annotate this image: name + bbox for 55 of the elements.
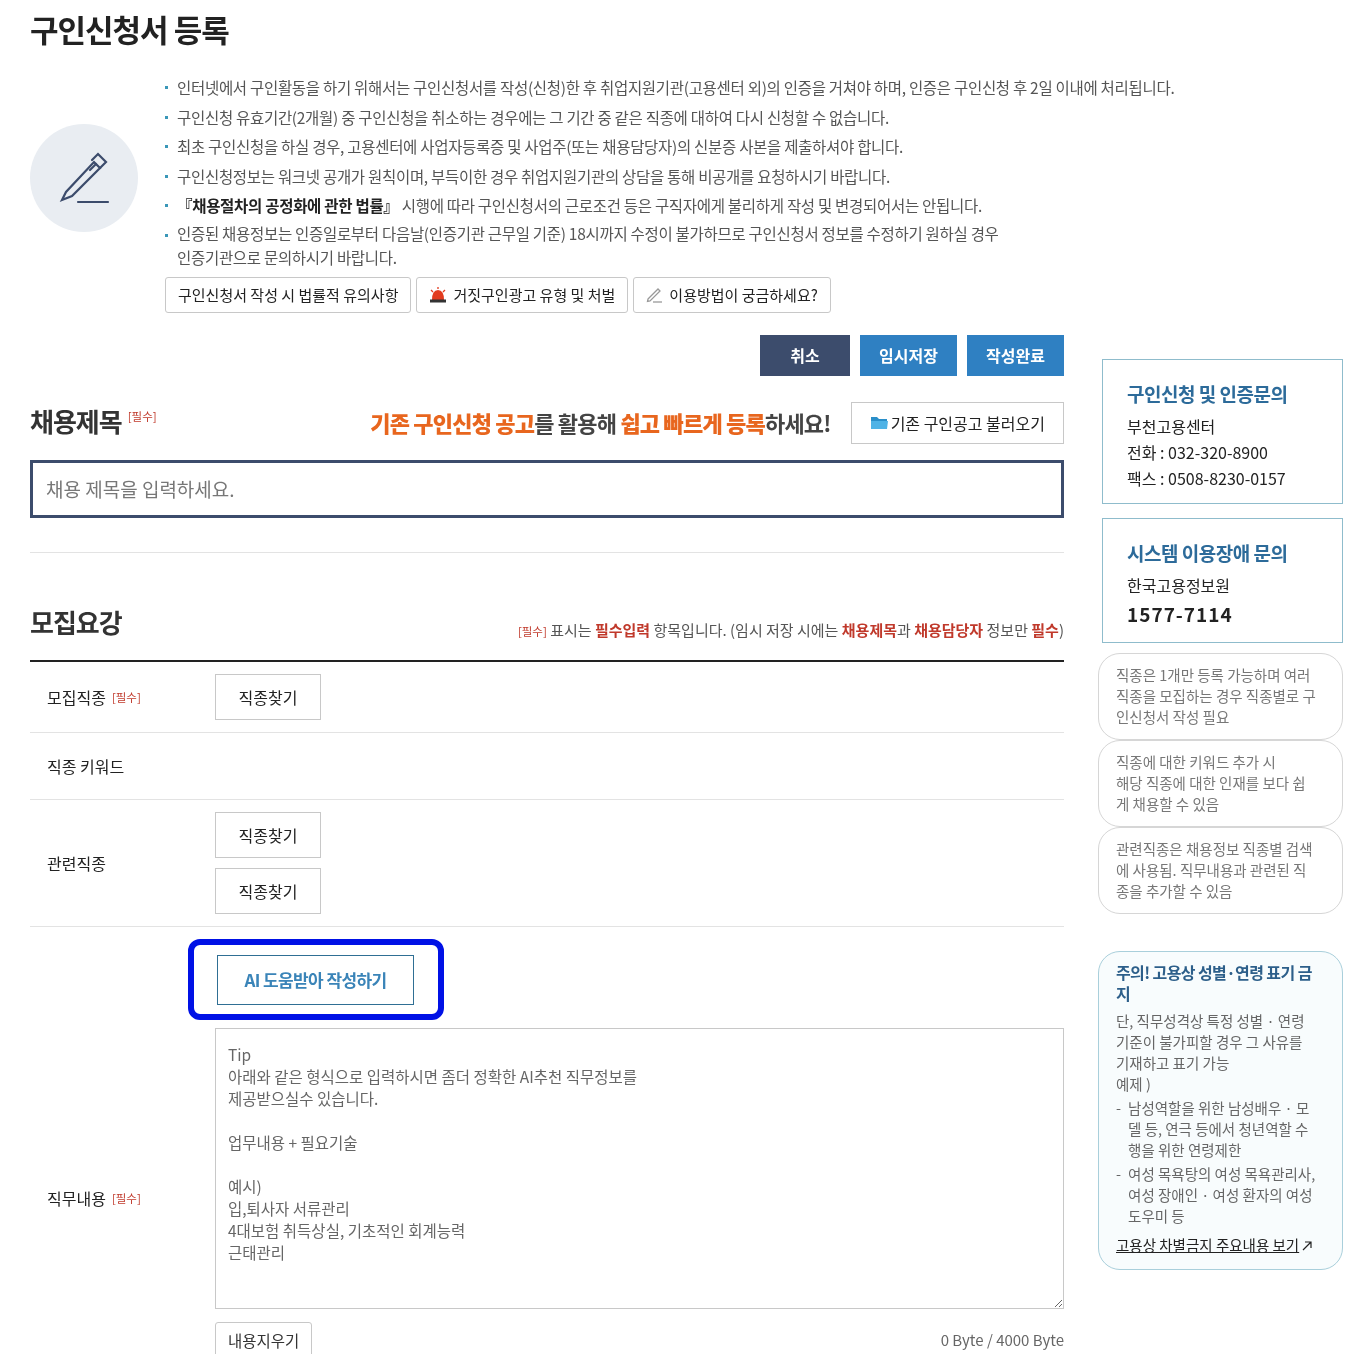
find-job-button[interactable]: 직종찾기 <box>215 673 321 720</box>
required-legend: [필수] 표시는 필수입력 항목입니다. (임시 저장 시에는 채용제목과 채용담당자 정보만 필수) <box>517 618 1064 640</box>
info-button[interactable]: 구인신청서 작성 시 법률적 유의사항 <box>165 276 412 313</box>
tip-bubble: 직종은 1개만 등록 가능하며 여러 직종을 모집하는 경우 직종별로 구인신청서 작성 필요 <box>1098 652 1343 740</box>
guide-link[interactable]: 고용상 차별금지 주요내용 보기 <box>1116 1233 1313 1255</box>
load-posting-button[interactable]: 기존 구인공고 불러오기 <box>850 401 1064 444</box>
example-text: 여성 목욕탕의 여성 목욕관리사, 여성 장애인 · 여성 환자의 여성 도우미 등 <box>1128 1162 1317 1226</box>
phone-number: 1577-7114 <box>1127 598 1234 629</box>
tip-bubble: 관련직종은 채용정보 직종별 검색에 사용됨. 직무내용과 관련된 직종을 추가할 수 있음 <box>1098 826 1343 914</box>
contact-line: 부천고용센터 <box>1127 412 1217 439</box>
find-job-button[interactable]: 직종찾기 <box>215 867 321 914</box>
required-tag: [필수] <box>111 688 141 705</box>
list-marker: - <box>1116 1162 1122 1186</box>
contact-title: 구인신청 및 인증문의 <box>1127 379 1289 407</box>
pencil-icon <box>646 286 664 303</box>
info-button[interactable]: 거짓구인광고 유형 및 처벌 <box>416 276 629 313</box>
page-title: 구인신청서 등록 <box>30 6 230 51</box>
list-marker: - <box>1116 1096 1122 1120</box>
duty-textarea[interactable]: Tip 아래와 같은 형식으로 입력하시면 좀더 정확한 AI추천 직무정보를 제공받으실수 있습니다. 업무내용 + 필요기술 예시) 입,퇴사자 서류관리 4대보험 취득상실, 기초적인 회계능력 근태관리 <box>215 1027 1064 1309</box>
section-heading: 모집요강 <box>30 602 122 640</box>
clear-button[interactable]: 내용지우기 <box>215 1321 313 1354</box>
caution-text: 단, 직무성격상 특정 성별 · 연령 기준이 불가피할 경우 그 사유를 기재하고 표기 가능 <box>1116 1009 1306 1073</box>
notice-text: 구인신청 유효기간(2개월) 중 구인신청을 취소하는 경우에는 그 기간 중 같은 직종에 대하여 다시 신청할 수 없습니다. <box>165 102 1345 132</box>
notice-text: 『채용절차의 공정화에 관한 법률』 시행에 따라 구인신청서의 근로조건 등은 구직자에게 불리하게 작성 및 변경되어서는 안됩니다. <box>165 191 1345 221</box>
action-button[interactable]: 임시저장 <box>860 334 957 376</box>
section-heading: 채용제목 <box>30 401 122 439</box>
required-tag: [필수] <box>127 407 157 424</box>
tip-bubble: 직종에 대한 키워드 추가 시 해당 직종에 대한 인재를 보다 쉽게 채용할 수 있음 <box>1098 739 1343 827</box>
external-link-icon <box>1302 1240 1313 1251</box>
promo-text: 기존 구인신청 공고를 활용해 쉽고 빠르게 등록하세요! <box>370 405 831 438</box>
contact-line: 팩스 : 0508-8230-0157 <box>1127 464 1287 491</box>
action-button[interactable]: 작성완료 <box>967 334 1064 376</box>
notice-text: 인증된 채용정보는 인증일로부터 다음날(인증기관 근무일 기준) 18시까지 수정이 불가하므로 구인신청서 정보를 수정하기 원하실 경우 인증기관으로 문의하시기 바랍니다. <box>165 220 1345 269</box>
ai-write-button[interactable]: AI 도움받아 작성하기 <box>217 954 414 1005</box>
required-tag: [필수] <box>111 1189 141 1206</box>
field-label: 직종 키워드 <box>47 753 125 778</box>
contact-line: 한국고용정보원 <box>1127 571 1232 598</box>
field-label: 관련직종 <box>47 850 106 875</box>
notice-text: 최초 구인신청을 하실 경우, 고용센터에 사업자등록증 및 사업주(또는 채용담당자)의 신분증 사본을 제출하셔야 합니다. <box>165 132 1345 162</box>
byte-counter: 0 Byte / 4000 Byte <box>940 1329 1064 1350</box>
contact-title: 시스템 이용장애 문의 <box>1127 538 1289 566</box>
siren-icon <box>429 286 448 303</box>
field-label: 모집직종 <box>47 684 106 709</box>
folder-icon <box>869 415 889 430</box>
example-text: 남성역할을 위한 남성배우 · 모델 등, 연극 등에서 청년역할 수행을 위한 연령제한 <box>1128 1096 1311 1160</box>
field-label: 직무내용 <box>47 1185 106 1210</box>
info-button[interactable]: 이용방법이 궁금하세요? <box>633 276 831 313</box>
contact-line: 전화 : 032-320-8900 <box>1127 438 1269 465</box>
caution-title: 주의! 고용상 성별·연령 표기 금지 <box>1116 961 1313 1004</box>
action-button[interactable]: 취소 <box>760 334 850 376</box>
title-input-field[interactable]: 채용 제목을 입력하세요. <box>30 459 1064 518</box>
notice-text: 인터넷에서 구인활동을 하기 위해서는 구인신청서를 작성(신청)한 후 취업지원기관(고용센터 외)의 인증을 거쳐야 하며, 인증은 구인신청 후 2일 이내에 처리됩니다. <box>165 73 1345 103</box>
example-label: 예제 ) <box>1116 1072 1152 1094</box>
find-job-button[interactable]: 직종찾기 <box>215 811 321 858</box>
notice-text: 구인신청정보는 워크넷 공개가 원칙이며, 부득이한 경우 취업지원기관의 상담을 통해 비공개를 요청하시기 바랍니다. <box>165 161 1345 191</box>
